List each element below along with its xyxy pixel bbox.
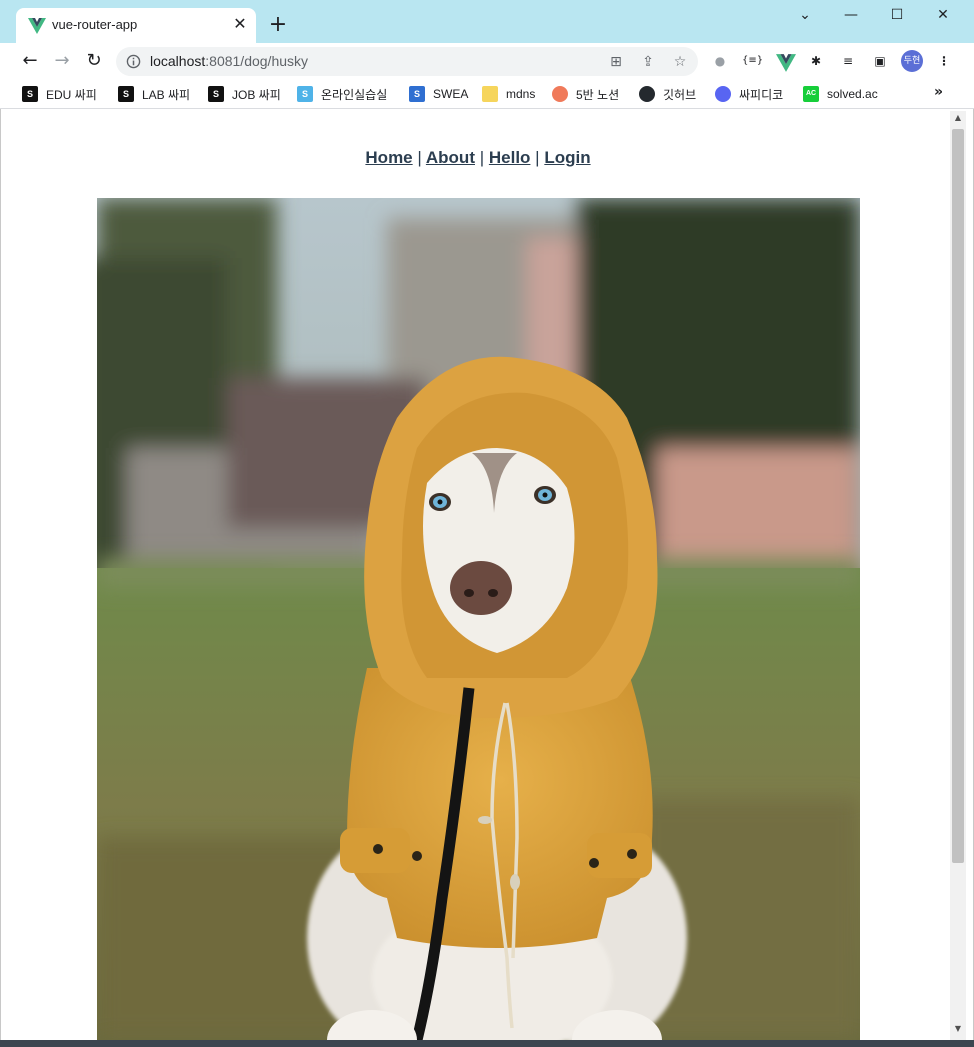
bookmark-lab-ssafy[interactable]: S LAB 싸피 — [118, 84, 190, 104]
bookmark-swea[interactable]: S SWEA — [409, 84, 468, 104]
bookmark-mdns[interactable]: mdns — [482, 84, 535, 104]
page-viewport: Home | About | Hello | Login — [8, 111, 948, 1040]
tab-active[interactable]: vue-router-app ✕ — [16, 8, 256, 43]
maximize-button[interactable]: ☐ — [874, 4, 920, 26]
bookmark-label: 온라인실습실 — [321, 87, 388, 102]
extensions-puzzle-icon[interactable]: ✱ — [806, 51, 826, 71]
nav-link-login[interactable]: Login — [544, 148, 590, 167]
nav-link-hello[interactable]: Hello — [489, 148, 531, 167]
bookmark-label: 싸피디코 — [739, 87, 784, 102]
tab-close-button[interactable]: ✕ — [230, 14, 250, 34]
window-frame-left — [0, 109, 8, 1040]
translate-icon[interactable]: ⊞ — [606, 52, 626, 72]
nav-separator: | — [535, 148, 540, 167]
menu-kebab-icon[interactable]: ⋮ — [934, 51, 954, 71]
browser-toolbar: ← → ↻ localhost:8081/dog/husky ⊞ ⇪ ☆ ● {… — [0, 43, 974, 79]
share-icon[interactable]: ⇪ — [638, 52, 658, 72]
new-tab-button[interactable]: + — [266, 14, 290, 38]
url-text: localhost:8081/dog/husky — [150, 53, 308, 69]
profile-avatar[interactable]: 두현 — [901, 50, 923, 72]
bookmarks-bar: S EDU 싸피 S LAB 싸피 S JOB 싸피 S 온라인실습실 S SW… — [0, 79, 974, 109]
peach-icon — [552, 86, 568, 102]
router-nav: Home | About | Hello | Login — [8, 148, 948, 168]
bookmark-label: SWEA — [433, 87, 469, 101]
github-extension-icon[interactable]: ● — [710, 51, 730, 71]
bookmark-label: 깃허브 — [663, 87, 697, 102]
nav-link-home[interactable]: Home — [365, 148, 412, 167]
bookmark-label: 5반 노션 — [576, 87, 620, 102]
close-window-button[interactable]: ✕ — [920, 4, 966, 26]
vertical-scrollbar[interactable]: ▲ ▼ — [950, 111, 966, 1040]
nav-separator: | — [479, 148, 485, 167]
husky-dog-image — [97, 198, 860, 1040]
media-control-icon[interactable]: ≡ — [838, 51, 858, 71]
bookmark-label: JOB 싸피 — [232, 87, 281, 102]
bookmark-edu-ssafy[interactable]: S EDU 싸피 — [22, 84, 97, 104]
bookmark-job-ssafy[interactable]: S JOB 싸피 — [208, 84, 281, 104]
window-frame-right — [966, 109, 974, 1040]
vue-devtools-icon[interactable] — [776, 53, 796, 73]
folder-icon — [482, 86, 498, 102]
bookmark-github[interactable]: 깃허브 — [639, 84, 696, 104]
ssafy-icon: S — [22, 86, 38, 102]
bookmark-label: LAB 싸피 — [142, 87, 191, 102]
tab-search-button[interactable]: ⌄ — [782, 4, 828, 26]
reload-icon[interactable]: ↻ — [82, 49, 106, 73]
solved-ac-icon: AC — [803, 86, 819, 102]
scrollbar-thumb[interactable] — [952, 129, 964, 863]
swea-icon: S — [409, 86, 425, 102]
vue-logo-icon — [28, 18, 46, 34]
nav-link-about[interactable]: About — [426, 148, 475, 167]
ssafy-icon: S — [208, 86, 224, 102]
json-extension-icon[interactable]: {≡} — [742, 51, 763, 71]
url-path: :8081/dog/husky — [205, 53, 309, 69]
side-panel-icon[interactable]: ▣ — [870, 51, 890, 71]
minimize-button[interactable]: — — [828, 4, 874, 26]
tab-title: vue-router-app — [52, 17, 138, 32]
bookmark-discord[interactable]: 싸피디코 — [715, 84, 783, 104]
bookmark-star-icon[interactable]: ☆ — [670, 52, 690, 72]
forward-arrow-icon[interactable]: → — [50, 49, 74, 73]
bookmark-label: mdns — [506, 87, 536, 101]
back-arrow-icon[interactable]: ← — [18, 49, 42, 73]
ssafy-icon: S — [297, 86, 313, 102]
bookmark-label: EDU 싸피 — [46, 87, 97, 102]
taskbar-strip — [0, 1040, 974, 1047]
address-bar[interactable]: localhost:8081/dog/husky ⊞ ⇪ ☆ — [116, 47, 698, 76]
nav-separator: | — [417, 148, 422, 167]
browser-window: vue-router-app ✕ + ⌄ — ☐ ✕ ← → ↻ localho… — [0, 0, 974, 1047]
tab-strip: vue-router-app ✕ + ⌄ — ☐ ✕ — [0, 0, 974, 43]
info-icon — [126, 54, 141, 69]
bookmarks-overflow-button[interactable]: » — [934, 84, 943, 100]
discord-icon — [715, 86, 731, 102]
scroll-up-arrow-icon[interactable]: ▲ — [950, 113, 966, 125]
bookmark-label: solved.ac — [827, 87, 878, 101]
bookmark-notion[interactable]: 5반 노션 — [552, 84, 619, 104]
url-host: localhost — [150, 53, 206, 69]
github-icon — [639, 86, 655, 102]
scroll-down-arrow-icon[interactable]: ▼ — [950, 1024, 966, 1036]
ssafy-icon: S — [118, 86, 134, 102]
bookmark-solved-ac[interactable]: AC solved.ac — [803, 84, 878, 104]
bookmark-online-lab[interactable]: S 온라인실습실 — [297, 84, 387, 104]
